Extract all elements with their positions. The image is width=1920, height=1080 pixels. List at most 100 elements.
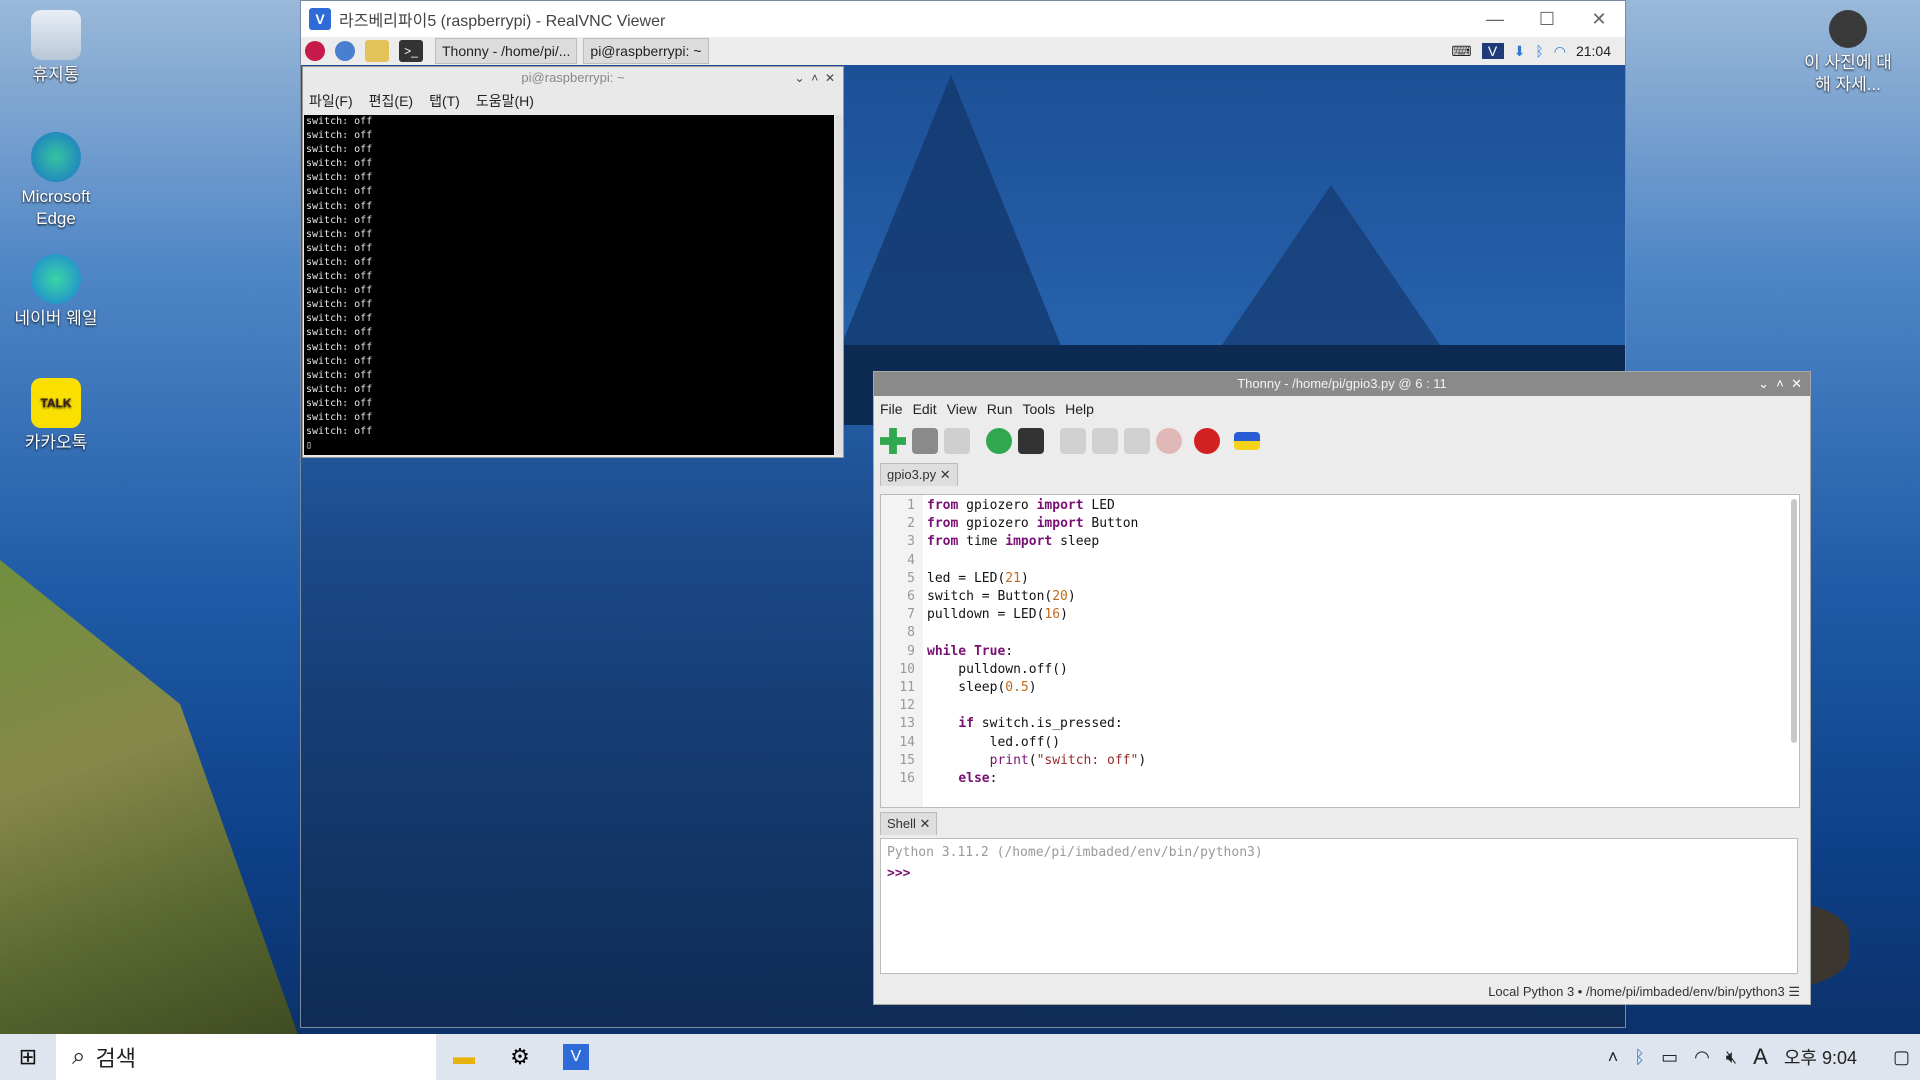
thonny-titlebar[interactable]: Thonny - /home/pi/gpio3.py @ 6 : 11 ⌄ ˄ … bbox=[874, 372, 1810, 396]
bluetooth-icon[interactable]: ᛒ bbox=[1535, 43, 1543, 59]
desktop-icon-whale[interactable]: 네이버 웨일 bbox=[8, 254, 104, 330]
code-area[interactable]: from gpiozero import LED from gpiozero i… bbox=[923, 495, 1799, 807]
terminal-title: pi@raspberrypi: ~ bbox=[521, 70, 625, 85]
shell-panel[interactable]: Python 3.11.2 (/home/pi/imbaded/env/bin/… bbox=[880, 838, 1798, 974]
open-file-icon[interactable] bbox=[912, 428, 938, 454]
shell-tab-label: Shell bbox=[887, 816, 916, 831]
pi-clock[interactable]: 21:04 bbox=[1576, 43, 1611, 59]
thonny-window[interactable]: Thonny - /home/pi/gpio3.py @ 6 : 11 ⌄ ˄ … bbox=[873, 371, 1811, 1005]
thonny-window-controls[interactable]: ⌄ ˄ ✕ bbox=[1758, 372, 1802, 396]
menu-edit[interactable]: Edit bbox=[913, 401, 937, 417]
editor-scrollbar[interactable] bbox=[1791, 499, 1797, 743]
terminal-line: switch: off bbox=[306, 285, 373, 297]
task-terminal[interactable]: pi@raspberrypi: ~ bbox=[583, 38, 709, 64]
volume-muted-icon[interactable]: 🔇︎ bbox=[1726, 1047, 1737, 1068]
minimize-icon[interactable]: — bbox=[1469, 9, 1521, 30]
bluetooth-icon[interactable]: ᛒ bbox=[1634, 1047, 1645, 1068]
terminal-line: switch: off bbox=[306, 186, 373, 198]
menu-file[interactable]: File bbox=[880, 401, 903, 417]
wifi-icon[interactable]: ◠ bbox=[1554, 43, 1566, 60]
vnc-titlebar[interactable]: V 라즈베리파이5 (raspberrypi) - RealVNC Viewer… bbox=[301, 1, 1625, 37]
menu-run[interactable]: Run bbox=[987, 401, 1013, 417]
notification-icon[interactable]: ▢ bbox=[1893, 1047, 1910, 1068]
terminal-titlebar[interactable]: pi@raspberrypi: ~ ⌄ ˄ ✕ bbox=[303, 67, 843, 89]
desktop-icon-label: 휴지통 bbox=[32, 65, 80, 84]
update-icon[interactable]: ⬇ bbox=[1514, 43, 1526, 60]
terminal-window[interactable]: pi@raspberrypi: ~ ⌄ ˄ ✕ 파일(F) 편집(E) 탭(T)… bbox=[302, 66, 844, 458]
terminal-launcher-icon[interactable]: >_ bbox=[399, 40, 423, 62]
menu-tools[interactable]: Tools bbox=[1022, 401, 1055, 417]
step-over-icon[interactable] bbox=[1060, 428, 1086, 454]
search-box[interactable]: ⌕ 검색 bbox=[56, 1034, 436, 1080]
vnc-viewer-window[interactable]: V 라즈베리파이5 (raspberrypi) - RealVNC Viewer… bbox=[300, 0, 1811, 1028]
terminal-line: switch: off bbox=[306, 256, 373, 268]
line-number: 3 bbox=[907, 534, 915, 550]
terminal-line: switch: off bbox=[306, 200, 373, 212]
ime-indicator[interactable]: A bbox=[1753, 1044, 1768, 1070]
shell-tab[interactable]: Shell ✕ bbox=[880, 812, 938, 835]
terminal-line: switch: off bbox=[306, 130, 373, 142]
resume-icon[interactable] bbox=[1156, 428, 1182, 454]
save-file-icon[interactable] bbox=[944, 428, 970, 454]
line-number-gutter: 1 2 3 4 5 6 7 8 9 10 11 12 13 14 15 16 bbox=[881, 495, 923, 807]
step-into-icon[interactable] bbox=[1092, 428, 1118, 454]
terminal-output[interactable]: switch: off switch: off switch: off switch:… bbox=[304, 115, 834, 455]
menu-icon[interactable]: ☰ bbox=[1788, 984, 1800, 999]
file-manager-icon[interactable] bbox=[365, 40, 389, 62]
terminal-line: switch: off bbox=[306, 172, 373, 184]
maximize-icon[interactable]: ☐ bbox=[1521, 9, 1573, 30]
menu-help[interactable]: Help bbox=[1065, 401, 1094, 417]
desktop-icon-recycle-bin[interactable]: 휴지통 bbox=[8, 10, 104, 86]
chevron-up-icon[interactable]: ˄ bbox=[1608, 1047, 1619, 1068]
desktop-icon-kakaotalk[interactable]: TALK 카카오톡 bbox=[8, 378, 104, 454]
menu-file[interactable]: 파일(F) bbox=[309, 91, 353, 111]
step-out-icon[interactable] bbox=[1124, 428, 1150, 454]
task-thonny[interactable]: Thonny - /home/pi/... bbox=[435, 38, 578, 64]
line-number: 7 bbox=[907, 607, 915, 623]
windows-start-icon[interactable]: ⊞ bbox=[0, 1034, 56, 1080]
terminal-window-controls[interactable]: ⌄ ˄ ✕ bbox=[795, 67, 835, 89]
menu-tabs[interactable]: 탭(T) bbox=[429, 91, 460, 111]
new-file-icon[interactable] bbox=[880, 428, 906, 454]
run-icon[interactable] bbox=[986, 428, 1012, 454]
line-number: 5 bbox=[907, 570, 915, 586]
settings-icon[interactable]: ⚙ bbox=[492, 1034, 548, 1080]
desktop-icon-edge[interactable]: Microsoft Edge bbox=[8, 132, 104, 230]
menu-view[interactable]: View bbox=[947, 401, 977, 417]
battery-icon[interactable]: ▭ bbox=[1661, 1047, 1678, 1068]
wifi-icon[interactable]: ◠ bbox=[1694, 1047, 1710, 1068]
desktop-icon-label: 네이버 웨일 bbox=[14, 309, 98, 328]
line-number: 14 bbox=[899, 734, 915, 750]
terminal-line: switch: off bbox=[306, 214, 373, 226]
code-editor[interactable]: 1 2 3 4 5 6 7 8 9 10 11 12 13 14 15 16 from gpiozero im… bbox=[880, 494, 1800, 808]
keyboard-icon[interactable]: ⌨ bbox=[1451, 43, 1471, 60]
terminal-scrollbar[interactable] bbox=[835, 115, 843, 455]
close-tab-icon[interactable]: ✕ bbox=[940, 467, 951, 482]
line-number: 11 bbox=[899, 680, 915, 696]
menu-help[interactable]: 도움말(H) bbox=[476, 91, 534, 111]
browser-icon[interactable] bbox=[335, 41, 355, 61]
system-clock[interactable]: 오후 9:04 bbox=[1784, 1044, 1857, 1070]
thonny-toolbar bbox=[874, 422, 1810, 460]
whale-browser-icon bbox=[31, 254, 81, 304]
close-tab-icon[interactable]: ✕ bbox=[920, 816, 931, 831]
search-icon: ⌕ bbox=[72, 1043, 86, 1070]
realvnc-taskbar-icon[interactable]: V bbox=[548, 1034, 604, 1080]
line-number: 4 bbox=[907, 552, 915, 568]
file-explorer-icon[interactable]: ▬ bbox=[436, 1034, 492, 1080]
vnc-server-icon[interactable]: V bbox=[1481, 43, 1504, 59]
editor-tab[interactable]: gpio3.py ✕ bbox=[880, 463, 958, 486]
line-number: 6 bbox=[907, 589, 915, 605]
debug-icon[interactable] bbox=[1018, 428, 1044, 454]
shell-version: Python 3.11.2 (/home/pi/imbaded/env/bin/… bbox=[887, 845, 1263, 860]
ukraine-flag-icon[interactable] bbox=[1234, 432, 1260, 450]
interpreter-status[interactable]: Local Python 3 • /home/pi/imbaded/env/bi… bbox=[874, 980, 1810, 1004]
shell-prompt[interactable]: >>> bbox=[887, 866, 1791, 881]
raspberry-menu-icon[interactable] bbox=[305, 41, 325, 61]
close-icon[interactable]: ✕ bbox=[1573, 9, 1625, 30]
terminal-line: switch: off bbox=[306, 426, 373, 438]
menu-edit[interactable]: 편집(E) bbox=[369, 91, 413, 111]
about-photo-button[interactable]: 이 사진에 대해 자세... bbox=[1798, 10, 1898, 96]
stop-icon[interactable] bbox=[1194, 428, 1220, 454]
pi-taskbar: >_ Thonny - /home/pi/... pi@raspberrypi:… bbox=[301, 37, 1625, 66]
